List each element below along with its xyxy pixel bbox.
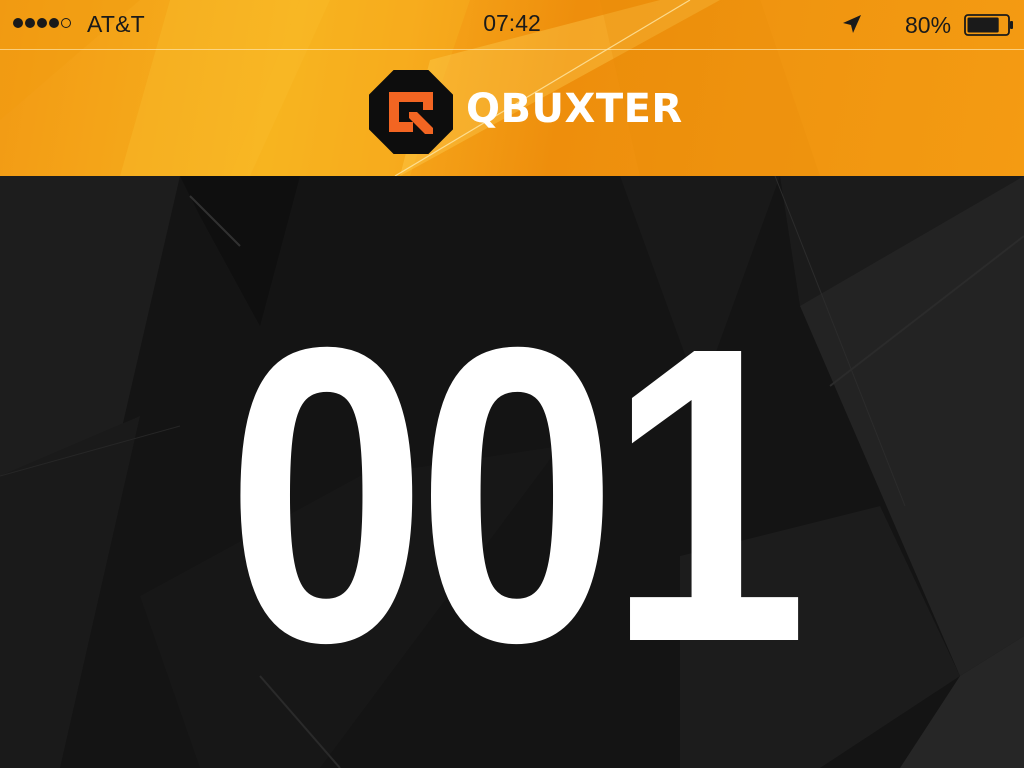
status-time: 07:42 [483,10,541,36]
main-content: 001 [0,176,1024,768]
location-arrow-icon [843,15,861,33]
nav-bar: QBUXTER [0,50,1024,176]
qbuxter-logo-icon [369,70,453,154]
app-header: AT&T 07:42 80% QBUXTER [0,0,1024,176]
app-screen: AT&T 07:42 80% QBUXTER 001 [0,0,1024,768]
counter-display: 001 [226,261,808,730]
brand-name: QBUXTER [466,86,683,132]
battery-icon [964,14,1013,36]
status-bar: AT&T 07:42 80% [0,0,1024,49]
battery-percent: 80% [905,12,952,38]
battery-fill [967,17,999,33]
